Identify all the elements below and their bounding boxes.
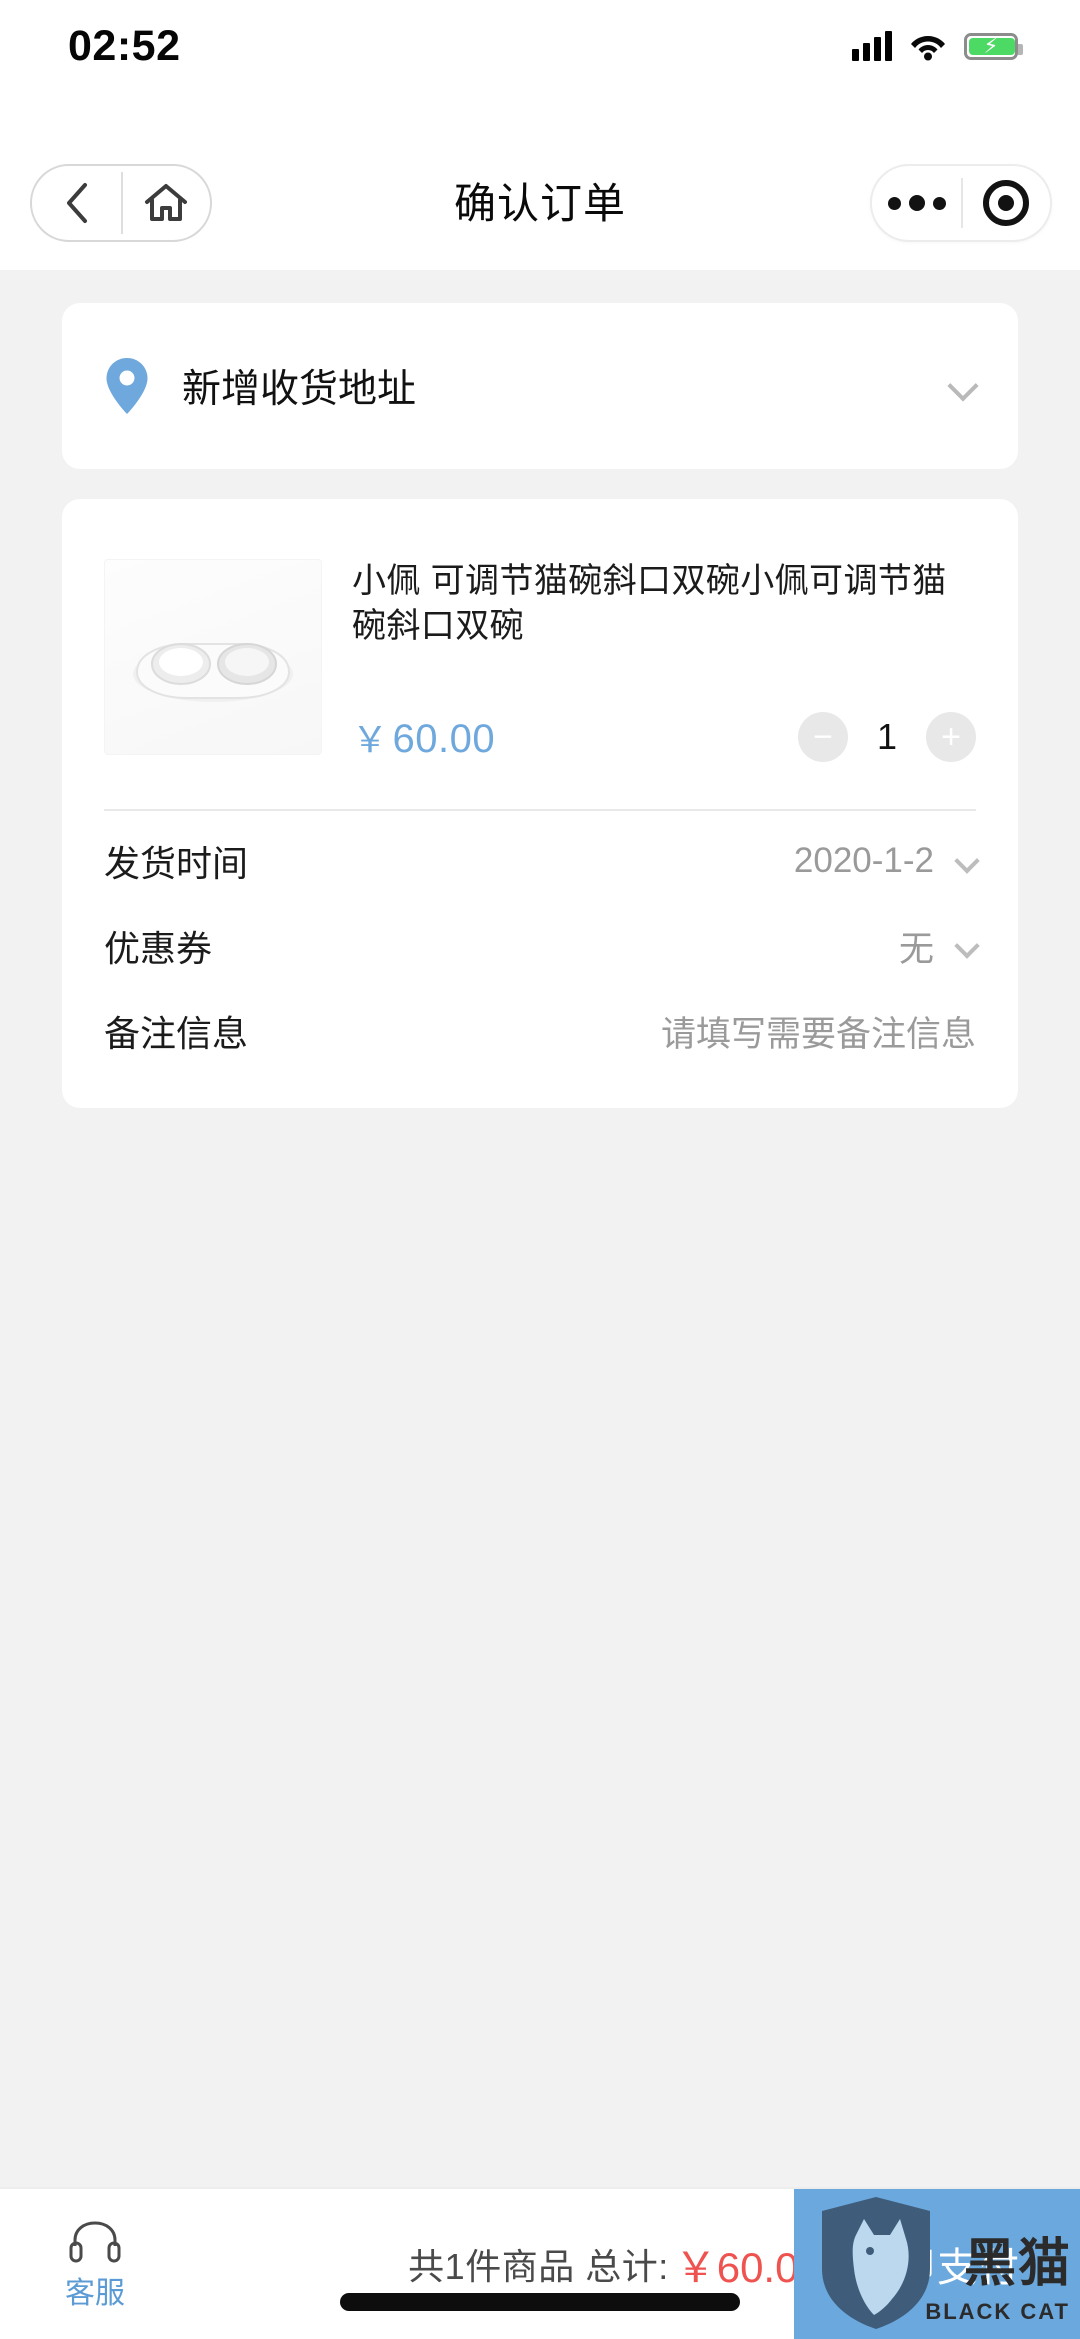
target-circle-icon — [982, 180, 1029, 226]
page-content: 新增收货地址 小佩 可调节猫碗斜口双碗小佩可调节猫碗斜口双碗 ￥ 60.00 −… — [0, 270, 1080, 2187]
detail-right: 请填写需要备注信息 — [661, 1006, 976, 1057]
chevron-right-icon — [954, 848, 980, 874]
nav-bar: 确认订单 — [0, 92, 1080, 270]
close-miniprogram-button[interactable] — [961, 166, 1050, 240]
detail-label: 备注信息 — [104, 1013, 249, 1055]
quantity-value: 1 — [876, 715, 898, 757]
wifi-icon — [910, 31, 946, 61]
more-menu-button[interactable] — [872, 166, 961, 240]
status-clock: 02:52 — [68, 21, 181, 70]
address-label: 新增收货地址 — [182, 368, 417, 411]
cat-bowl-product-image — [133, 643, 293, 702]
more-dots-icon — [887, 195, 946, 211]
product-card: 小佩 可调节猫碗斜口双碗小佩可调节猫碗斜口双碗 ￥ 60.00 − 1 + 发货… — [62, 499, 1018, 1108]
order-summary-text: 共1件商品 总计: — [408, 2246, 669, 2287]
detail-value: 无 — [898, 929, 934, 969]
price-row: ￥ 60.00 − 1 + — [352, 711, 976, 763]
customer-service-label: 客服 — [65, 2277, 125, 2310]
headset-icon — [69, 2221, 121, 2263]
battery-charging-icon: ⚡ — [964, 32, 1023, 60]
app-screen: 02:52 ⚡ 确认订单 新增收货地址 小佩 可调节猫碗斜口双碗小佩可调节猫碗斜… — [0, 0, 1080, 2339]
product-thumbnail[interactable] — [104, 559, 322, 755]
total-currency: ￥ — [674, 2243, 717, 2291]
charging-bolt-icon: ⚡ — [983, 34, 999, 58]
status-bar: 02:52 ⚡ — [0, 0, 1080, 92]
detail-row-remark[interactable]: 备注信息 请填写需要备注信息 — [104, 989, 976, 1074]
price-value: 60.00 — [392, 716, 496, 761]
miniprogram-capsule[interactable] — [870, 164, 1052, 242]
order-detail-list: 发货时间 2020-1-2 优惠券 无 备注信息 请填写需要备注信息 — [62, 808, 1018, 1108]
detail-right: 2020-1-2 — [793, 841, 980, 881]
detail-row-coupon[interactable]: 优惠券 无 — [104, 904, 980, 989]
capsule-divider-right — [961, 178, 963, 228]
customer-service-button[interactable]: 客服 — [0, 2216, 190, 2312]
status-icon-group: ⚡ — [852, 31, 1023, 61]
decrease-quantity-button[interactable]: − — [798, 711, 848, 762]
currency-symbol: ￥ — [352, 718, 389, 760]
detail-value: 2020-1-2 — [793, 841, 934, 881]
address-card[interactable]: 新增收货地址 — [62, 303, 1018, 469]
increase-quantity-button[interactable]: + — [926, 711, 976, 762]
cellular-signal-icon — [852, 31, 892, 61]
detail-row-delivery-time[interactable]: 发货时间 2020-1-2 — [104, 819, 980, 904]
location-pin-icon — [106, 358, 148, 414]
detail-right: 无 — [898, 921, 980, 972]
quantity-stepper: − 1 + — [798, 711, 976, 762]
product-title: 小佩 可调节猫碗斜口双碗小佩可调节猫碗斜口双碗 — [352, 562, 947, 645]
chevron-right-icon — [954, 933, 980, 959]
product-row: 小佩 可调节猫碗斜口双碗小佩可调节猫碗斜口双碗 ￥ 60.00 − 1 + — [62, 527, 1018, 763]
chevron-right-icon — [947, 370, 979, 402]
home-indicator[interactable] — [340, 2293, 740, 2311]
remark-input-placeholder[interactable]: 请填写需要备注信息 — [661, 1006, 976, 1057]
detail-divider — [104, 808, 976, 811]
detail-label: 优惠券 — [104, 928, 213, 970]
bottom-action-bar: 客服 共1件商品 总计: ￥60.00 立即支付 黑猫 BLACK CAT — [0, 2187, 1080, 2339]
product-price: ￥ 60.00 — [352, 711, 495, 763]
product-info: 小佩 可调节猫碗斜口双碗小佩可调节猫碗斜口双碗 ￥ 60.00 − 1 + — [352, 559, 976, 763]
detail-label: 发货时间 — [104, 843, 249, 885]
pay-now-button[interactable]: 立即支付 — [794, 2189, 1080, 2339]
